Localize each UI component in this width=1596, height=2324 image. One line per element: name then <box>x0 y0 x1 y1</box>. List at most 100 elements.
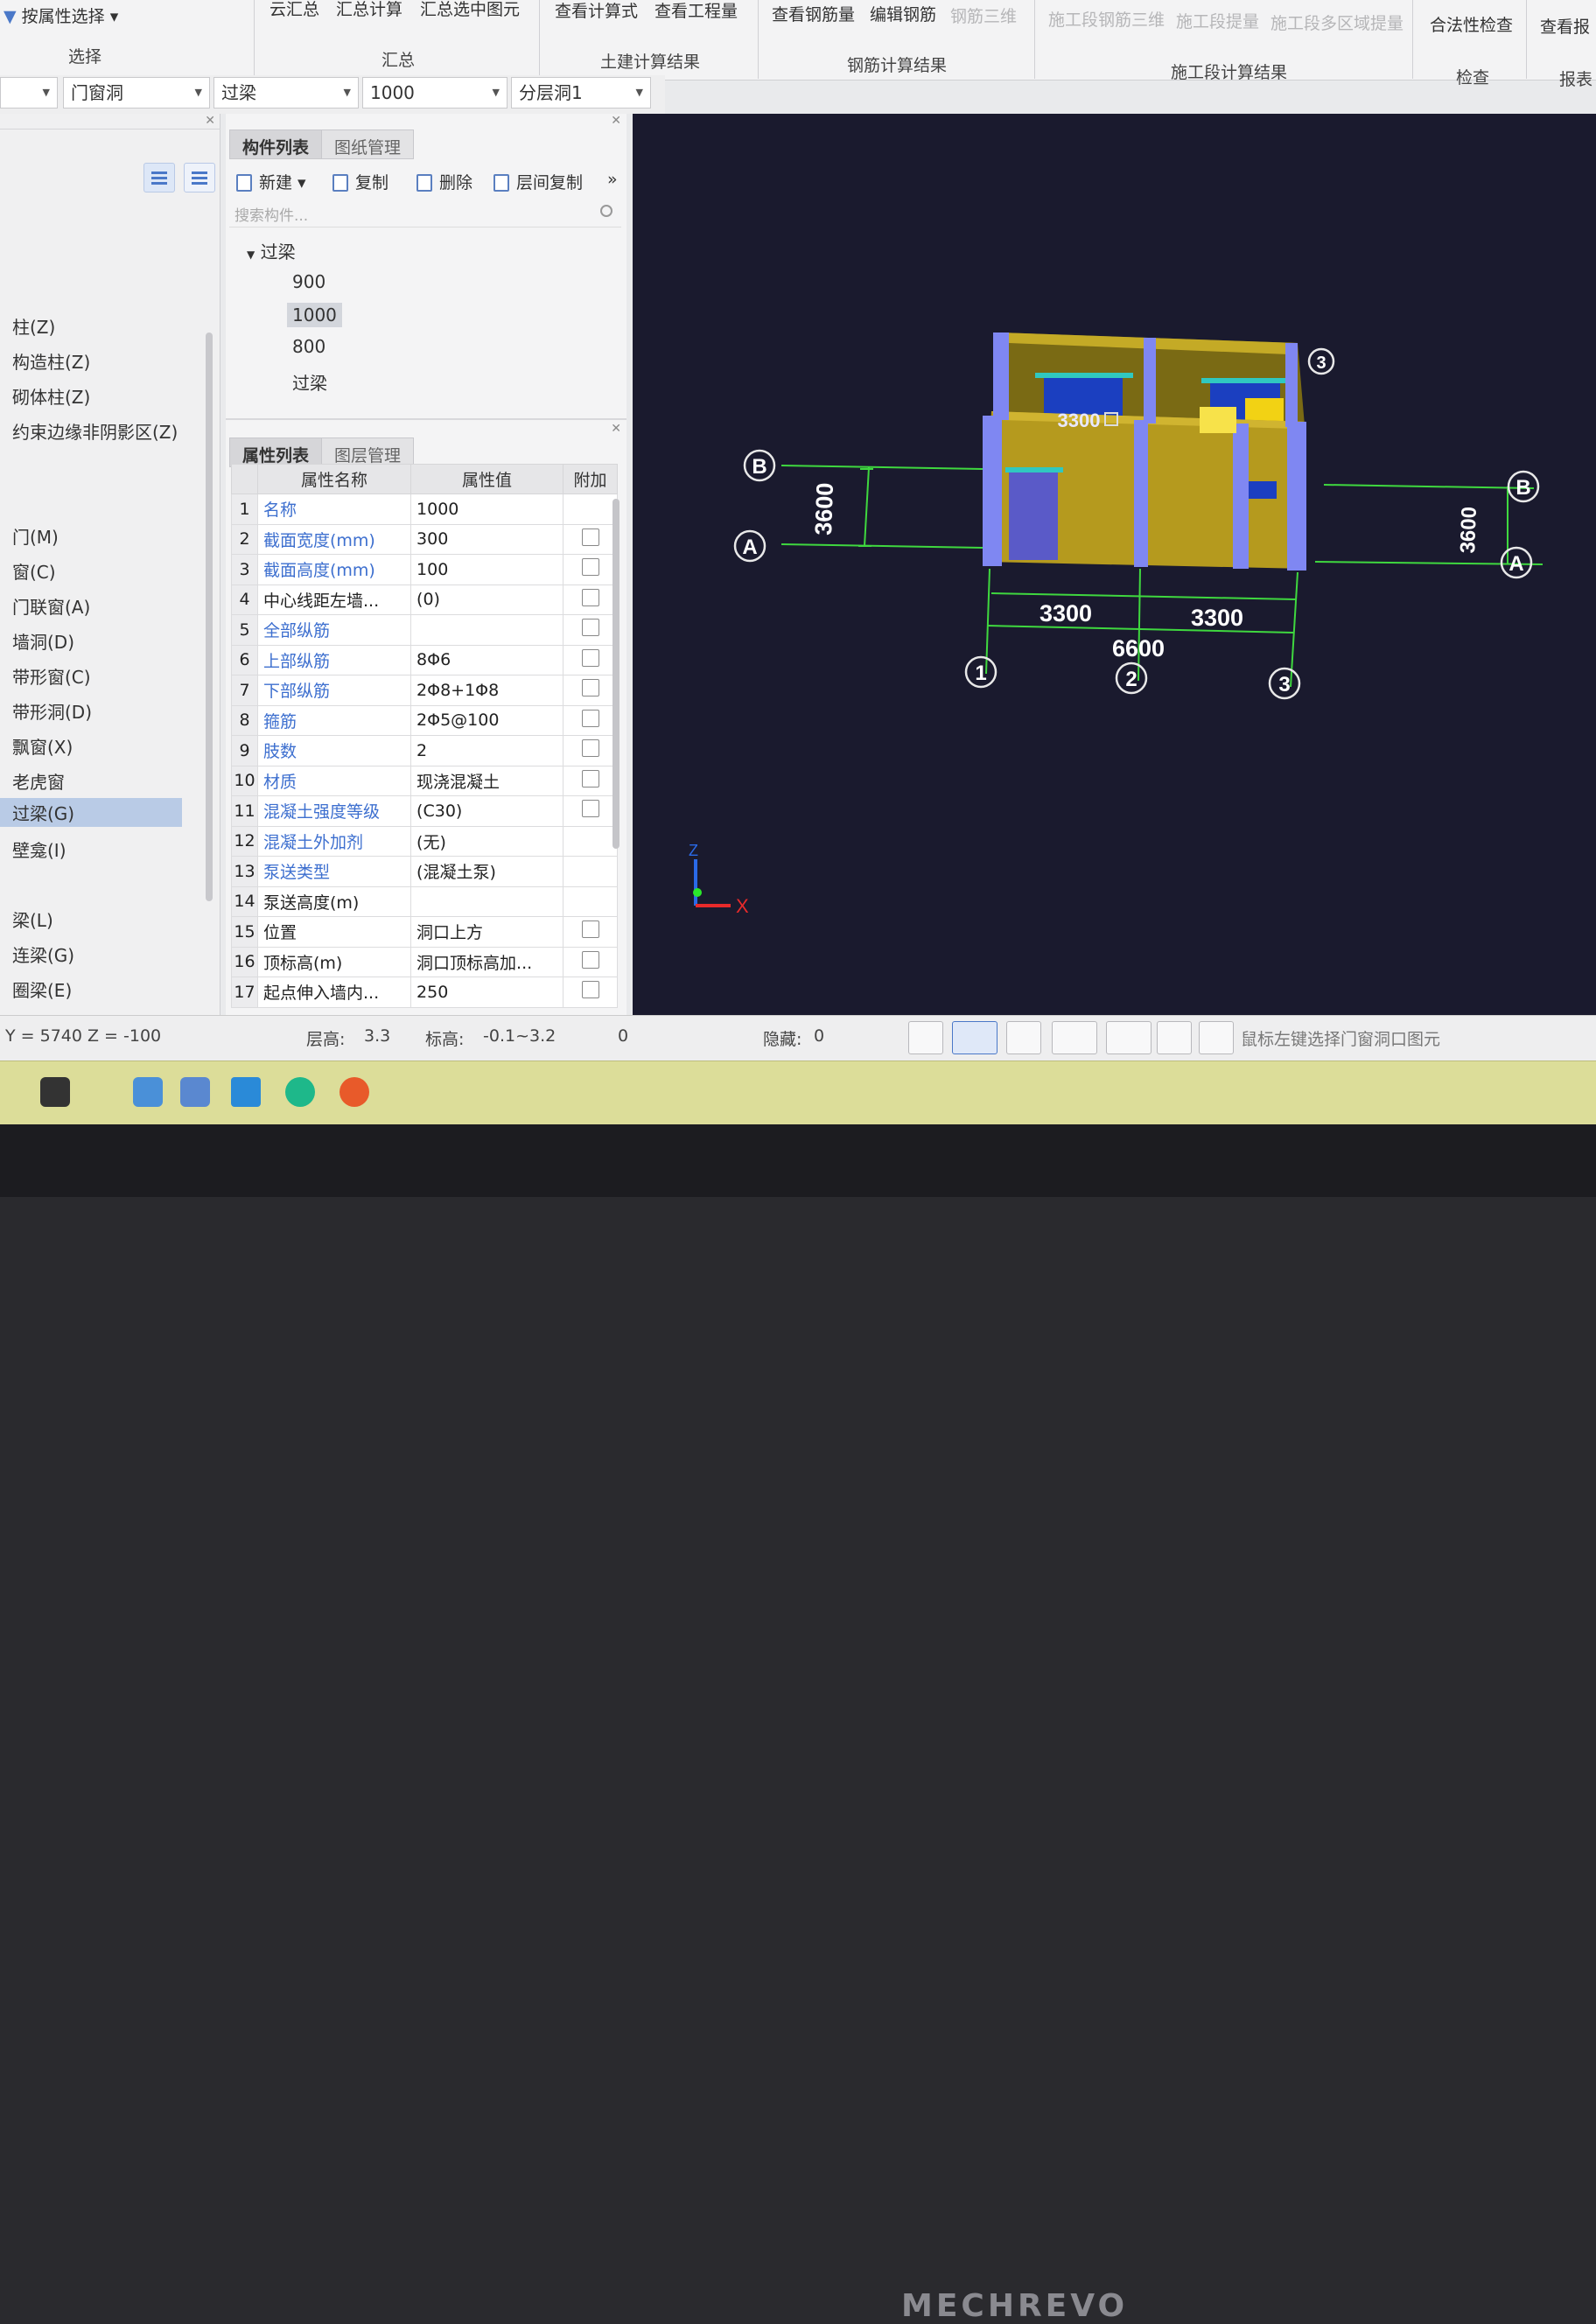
table-row[interactable]: 11 混凝土强度等级 (C30) <box>231 795 618 827</box>
view-report-button[interactable]: 查看报 <box>1540 14 1590 38</box>
extra-checkbox[interactable] <box>581 619 599 637</box>
tree-item-dormer[interactable]: 老虎窗 <box>7 766 70 795</box>
extra-checkbox[interactable] <box>581 679 599 697</box>
tab-layer-manage[interactable]: 图层管理 <box>321 438 415 467</box>
view-formula-button[interactable]: 查看计算式 <box>555 0 638 22</box>
display-mode-button[interactable] <box>1157 1021 1192 1054</box>
arc-snap-button[interactable] <box>1199 1021 1234 1054</box>
tree-item-door[interactable]: 门(M) <box>7 522 64 550</box>
property-scrollbar[interactable] <box>612 499 620 849</box>
stage-qty-button[interactable]: 施工段提量 <box>1176 9 1259 32</box>
tree-item-coupling-beam[interactable]: 连梁(G) <box>7 940 80 969</box>
edit-rebar-button[interactable]: 编辑钢筋 <box>870 2 936 25</box>
view-rebar-qty-button[interactable]: 查看钢筋量 <box>772 2 855 25</box>
tree-item-ring-beam[interactable]: 圈梁(E) <box>7 975 77 1004</box>
tree-item-masonry-column[interactable]: 砌体柱(Z) <box>7 382 95 410</box>
prop-value[interactable]: 8Φ6 <box>410 644 564 676</box>
stage-multi-qty-button[interactable]: 施工段多区域提量 <box>1270 10 1404 34</box>
table-row[interactable]: 6 上部纵筋 8Φ6 <box>231 644 618 676</box>
table-row[interactable]: 2 截面宽度(mm) 300 <box>231 523 618 555</box>
table-row[interactable]: 14 泵送高度(m) <box>231 886 618 917</box>
tree-item-struct-column[interactable]: 构造柱(Z) <box>7 346 95 375</box>
3d-viewport[interactable]: B A B A 1 2 3 3 3300 3300 6600 3600 3600… <box>633 114 1596 1019</box>
prop-value[interactable]: 250 <box>410 976 564 1008</box>
copy-button[interactable]: 复制 <box>332 170 388 193</box>
new-button[interactable]: 新建 ▾ <box>236 170 306 193</box>
legality-check-button[interactable]: 合法性检查 <box>1430 12 1513 36</box>
category-select[interactable]: 门窗洞 ▼ <box>63 77 210 108</box>
prop-value[interactable]: 300 <box>410 523 564 555</box>
table-row[interactable]: 17 起点伸入墙内... 250 <box>231 976 618 1008</box>
app-icon-files[interactable] <box>133 1077 163 1107</box>
prop-value[interactable]: (无) <box>410 825 564 857</box>
table-row[interactable]: 1 名称 1000 <box>231 494 618 525</box>
extra-checkbox[interactable] <box>581 920 599 939</box>
prop-value[interactable]: 100 <box>410 554 564 585</box>
extra-checkbox[interactable] <box>581 950 599 969</box>
component-search-input[interactable]: 搜索构件... <box>229 200 621 228</box>
tree-scrollbar[interactable] <box>206 332 213 901</box>
table-row[interactable]: 3 截面高度(mm) 100 <box>231 554 618 585</box>
extra-checkbox[interactable] <box>581 769 599 788</box>
tree-item-bay-window[interactable]: 飘窗(X) <box>7 732 78 760</box>
component-item[interactable]: 800 <box>292 336 326 357</box>
extra-checkbox[interactable] <box>581 981 599 999</box>
tree-item-strip-hole[interactable]: 带形洞(D) <box>7 696 97 725</box>
table-row[interactable]: 10 材质 现浇混凝土 <box>231 765 618 796</box>
close-icon[interactable]: ✕ <box>611 114 621 128</box>
prop-value[interactable]: (0) <box>410 584 564 615</box>
prop-value[interactable]: 1000 <box>410 494 564 525</box>
prop-value[interactable]: 2Φ5@100 <box>410 704 564 736</box>
table-row[interactable]: 9 肢数 2 <box>231 735 618 766</box>
prop-value[interactable]: (C30) <box>410 795 564 827</box>
tree-item-door-window[interactable]: 门联窗(A) <box>7 592 95 620</box>
tree-item-column[interactable]: 柱(Z) <box>7 312 60 340</box>
extra-checkbox[interactable] <box>581 528 599 546</box>
table-row[interactable]: 8 箍筋 2Φ5@100 <box>231 704 618 736</box>
prop-value[interactable]: 现浇混凝土 <box>410 765 564 796</box>
component-item-selected[interactable]: 1000 <box>287 303 342 327</box>
angle-snap-button[interactable] <box>1052 1021 1097 1054</box>
close-icon[interactable]: ✕ <box>611 422 621 436</box>
summary-selected-button[interactable]: 汇总选中图元 <box>420 0 520 20</box>
extra-checkbox[interactable] <box>581 709 599 727</box>
app-icon-glodon[interactable] <box>340 1077 369 1107</box>
close-icon[interactable]: ✕ <box>205 114 215 128</box>
floor-copy-button[interactable]: 层间复制 <box>494 170 583 193</box>
tree-item-niche[interactable]: 壁龛(I) <box>7 835 72 864</box>
tab-component-list[interactable]: 构件列表 <box>229 130 323 159</box>
app-icon-s[interactable] <box>40 1077 70 1107</box>
component-item[interactable]: 900 <box>292 271 326 292</box>
component-item[interactable]: 过梁 <box>292 369 327 395</box>
cloud-summary-button[interactable]: 云汇总 <box>270 0 319 20</box>
offset-snap-button[interactable] <box>1106 1021 1152 1054</box>
name-select[interactable]: 1000 ▼ <box>362 77 508 108</box>
tree-item-strip-window[interactable]: 带形窗(C) <box>7 662 96 690</box>
prop-value[interactable] <box>410 886 564 917</box>
delete-button[interactable]: 删除 <box>416 170 472 193</box>
detail-view-button[interactable] <box>184 163 215 192</box>
prop-value[interactable]: 2 <box>410 735 564 766</box>
cross-snap-button[interactable] <box>1006 1021 1041 1054</box>
floor-select[interactable]: ▼ <box>0 77 58 108</box>
table-row[interactable]: 15 位置 洞口上方 <box>231 916 618 948</box>
table-row[interactable]: 4 中心线距左墙... (0) <box>231 584 618 615</box>
extra-checkbox[interactable] <box>581 648 599 667</box>
select-box-button[interactable] <box>952 1021 998 1054</box>
ortho-snap-button[interactable] <box>908 1021 943 1054</box>
select-by-attr-button[interactable]: ▼ 按属性选择 ▾ <box>4 4 118 27</box>
app-icon-calc[interactable] <box>180 1077 210 1107</box>
tree-item-wall-hole[interactable]: 墙洞(D) <box>7 626 80 655</box>
prop-value[interactable]: (混凝土泵) <box>410 856 564 887</box>
prop-value[interactable]: 洞口上方 <box>410 916 564 948</box>
extra-checkbox[interactable] <box>581 800 599 818</box>
table-row[interactable]: 7 下部纵筋 2Φ8+1Φ8 <box>231 675 618 706</box>
prop-value[interactable] <box>410 614 564 646</box>
table-row[interactable]: 16 顶标高(m) 洞口顶标高加... <box>231 946 618 977</box>
tree-item-lintel[interactable]: 过梁(G) <box>0 798 182 827</box>
app-icon-t[interactable] <box>231 1077 261 1107</box>
edge-icon[interactable] <box>285 1077 315 1107</box>
type-select[interactable]: 过梁 ▼ <box>214 77 359 108</box>
table-row[interactable]: 13 泵送类型 (混凝土泵) <box>231 856 618 887</box>
extra-checkbox[interactable] <box>581 558 599 577</box>
